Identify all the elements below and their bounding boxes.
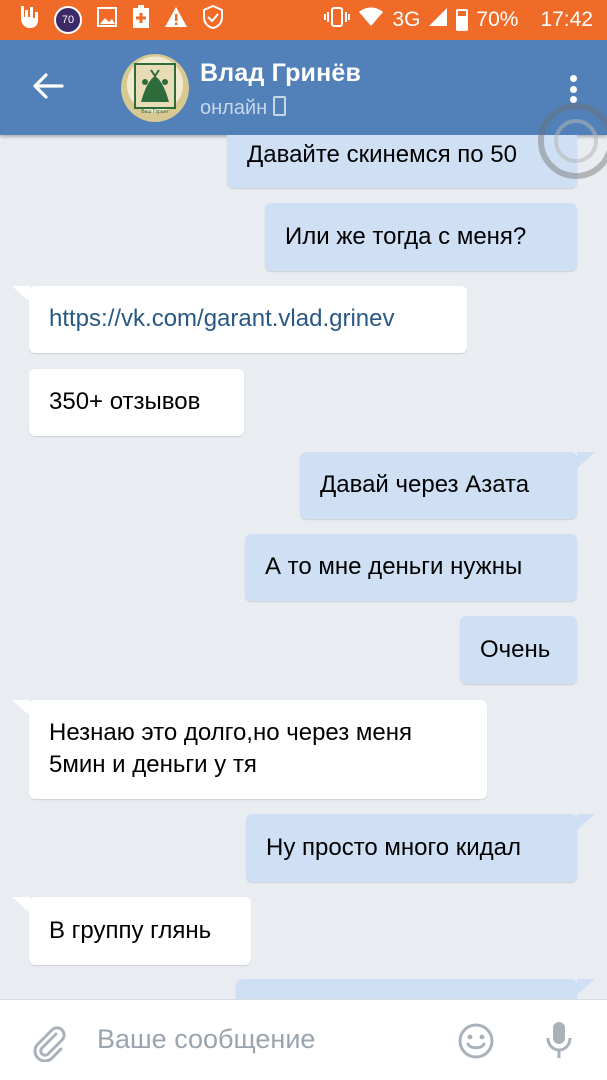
bubble-tail <box>577 814 595 830</box>
clock: 17:42 <box>540 8 593 31</box>
bubble-tail <box>577 452 595 468</box>
message-bubble-incoming[interactable]: 350+ отзывов <box>29 369 244 436</box>
wifi-icon <box>358 6 384 34</box>
message-input[interactable]: Ваше сообщение <box>97 1024 315 1055</box>
microphone-icon[interactable] <box>544 1020 574 1067</box>
message-text: Давай через Азата <box>320 471 530 498</box>
message-bubble-outgoing[interactable]: А то мне деньги нужны <box>245 534 577 601</box>
emoji-icon[interactable] <box>457 1022 495 1065</box>
battery-percent: 70% <box>476 8 519 31</box>
message-text: Ну просто много кидал <box>266 834 522 861</box>
bubble-tail <box>12 897 30 913</box>
plus-box-icon <box>132 4 150 36</box>
message-text: Давайте скинемся по 50 <box>247 141 517 168</box>
notification-badge: 70 <box>54 6 82 34</box>
message-list[interactable]: Давайте скинемся по 50 Или же тогда с ме… <box>0 135 607 999</box>
message-text: Или же тогда с меня? <box>285 223 527 250</box>
online-status-text: онлайн <box>200 97 268 119</box>
message-bubble-outgoing[interactable]: Ну просто много кидал <box>246 814 577 882</box>
message-composer: Ваше сообщение <box>0 999 607 1080</box>
message-bubble-outgoing[interactable]: Или же тогда с меня? <box>265 203 577 271</box>
status-bar: 70 3G 70% 17:42 <box>0 0 607 40</box>
warning-icon <box>164 6 188 35</box>
image-icon <box>96 6 118 35</box>
message-text: А то мне деньги нужны <box>265 553 523 580</box>
touch-indicator-inner <box>554 119 598 163</box>
avatar-caption: Ваш Гарант <box>141 109 169 115</box>
contact-name[interactable]: Влад Гринёв <box>200 59 361 88</box>
message-link[interactable]: https://vk.com/garant.vlad.grinev <box>49 303 447 335</box>
message-text: Очень <box>480 636 551 663</box>
vibrate-icon <box>324 6 351 35</box>
bubble-tail <box>12 286 30 302</box>
battery-icon <box>456 9 469 31</box>
message-bubble-incoming[interactable]: В группу глянь <box>29 897 251 965</box>
bubble-tail <box>12 700 30 716</box>
bubble-tail <box>577 979 595 995</box>
message-bubble-outgoing[interactable]: Очень <box>460 616 577 684</box>
message-text-line: 5мин и деньги у тя <box>49 751 257 778</box>
message-text: 350+ отзывов <box>49 388 201 415</box>
message-bubble-incoming[interactable]: https://vk.com/garant.vlad.grinev <box>29 286 467 353</box>
hand-horns-icon <box>18 4 40 37</box>
paperclip-icon[interactable] <box>28 1022 68 1067</box>
signal-icon <box>428 6 448 34</box>
message-text-line: Незнаю это долго,но через меня <box>49 719 413 746</box>
battery-fill <box>458 16 467 29</box>
avatar[interactable]: Ваш Гарант <box>121 54 189 122</box>
online-status: онлайн <box>200 96 287 120</box>
message-bubble-incoming[interactable]: Незнаю это долго,но через меня 5мин и де… <box>29 700 487 799</box>
network-type: 3G <box>392 8 421 31</box>
message-bubble-outgoing-partial[interactable] <box>236 979 577 999</box>
mobile-phone-icon <box>273 96 287 116</box>
message-bubble-outgoing[interactable]: Давайте скинемся по 50 <box>227 135 577 188</box>
message-bubble-outgoing[interactable]: Давай через Азата <box>300 452 577 519</box>
chat-header: Ваш Гарант Влад Гринёв онлайн <box>0 40 607 135</box>
shield-check-icon <box>202 4 224 36</box>
more-vert-icon[interactable] <box>569 75 577 103</box>
back-arrow-icon[interactable] <box>30 68 66 104</box>
message-text: В группу глянь <box>49 917 212 944</box>
